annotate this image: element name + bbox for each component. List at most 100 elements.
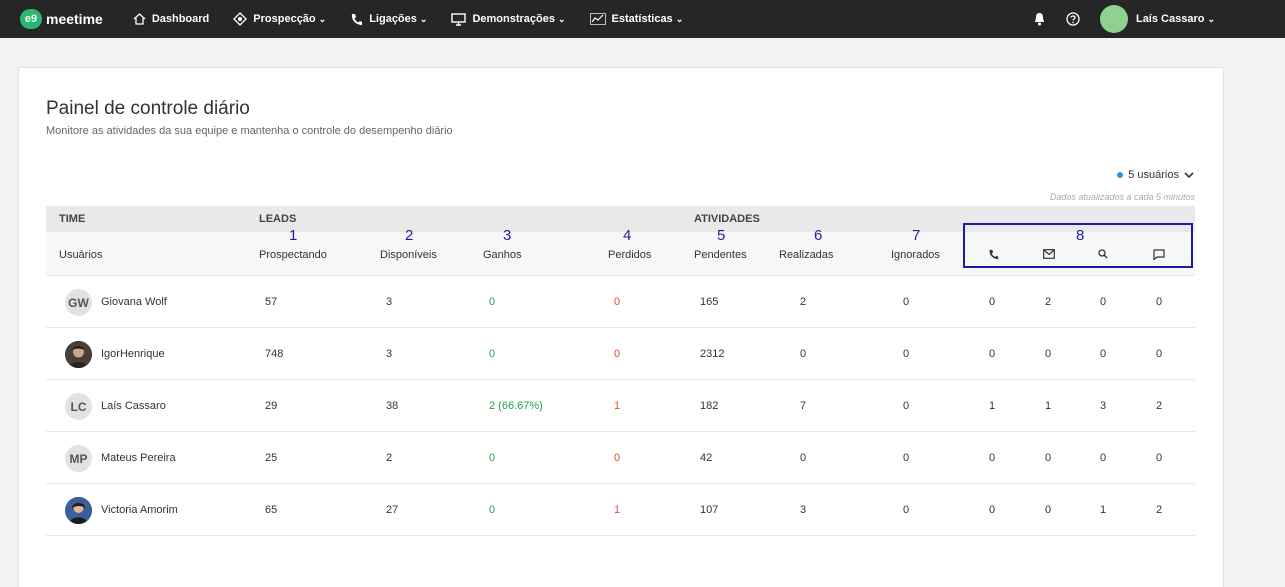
cell-perdidos: 0 (614, 296, 621, 308)
status-dot-icon (1117, 172, 1124, 178)
user-name[interactable]: Victoria Amorim (101, 504, 178, 516)
cell-prospectando: 748 (265, 348, 284, 360)
annotation-2: 2 (405, 227, 414, 244)
cell-ganhos: 2 (66.67%) (489, 400, 543, 412)
cell-searches: 3 (1100, 400, 1107, 412)
col-perdidos[interactable]: Perdidos (608, 249, 651, 261)
nav-prospeccao[interactable]: Prospecção ⌄ (233, 12, 326, 26)
cell-realizadas: 7 (800, 400, 807, 412)
nav-demonstracoes[interactable]: Demonstrações ⌄ (451, 12, 566, 26)
group-leads: LEADS (259, 213, 297, 225)
col-realizadas[interactable]: Realizadas (779, 249, 833, 261)
cell-ganhos: 0 (489, 504, 496, 516)
cell-searches: 0 (1100, 348, 1107, 360)
cell-calls: 0 (989, 504, 996, 516)
cell-searches: 0 (1100, 452, 1107, 464)
cell-ignorados: 0 (903, 504, 910, 516)
cell-pendentes: 107 (700, 504, 719, 516)
user-menu[interactable]: Laís Cassaro ⌄ (1136, 13, 1215, 25)
users-filter-dropdown[interactable]: 5 usuários (1117, 169, 1195, 181)
nav-estatisticas[interactable]: Estatísticas ⌄ (589, 13, 684, 25)
cell-messages: 2 (1156, 400, 1163, 412)
update-notice: Dados atualizados a cada 5 minutos (1049, 192, 1195, 202)
top-nav: e9 meetime Dashboard Prospecção ⌄ Ligaçõe… (0, 0, 1285, 38)
chevron-down-icon: ⌄ (675, 13, 684, 24)
user-menu-label: Laís Cassaro (1135, 13, 1205, 25)
cell-ignorados: 0 (903, 400, 910, 412)
cell-messages: 0 (1156, 452, 1163, 464)
cell-calls: 0 (989, 452, 996, 464)
avatar: MP (65, 445, 92, 472)
cell-prospectando: 57 (265, 296, 278, 308)
nav-dashboard-label: Dashboard (151, 13, 210, 25)
cell-prospectando: 65 (265, 504, 278, 516)
chevron-down-icon: ⌄ (1207, 13, 1215, 24)
chevron-down-icon: ⌄ (419, 13, 428, 24)
nav-demonstracoes-label: Demonstrações (472, 13, 555, 25)
annotation-8: 8 (1076, 227, 1085, 244)
cell-disponiveis: 3 (386, 296, 393, 308)
table-row[interactable]: IgorHenrique 748 3 0 0 2312 0 0 0 0 0 0 (46, 328, 1195, 380)
page-subtitle: Monitore as atividades da sua equipe e m… (46, 125, 453, 137)
cell-calls: 0 (989, 296, 996, 308)
cell-ignorados: 0 (903, 348, 910, 360)
cell-ganhos: 0 (489, 348, 496, 360)
logo[interactable]: e9 meetime (20, 9, 103, 29)
user-name[interactable]: IgorHenrique (101, 348, 165, 360)
chevron-down-icon (1184, 172, 1194, 179)
cell-pendentes: 182 (700, 400, 719, 412)
avatar-photo (65, 341, 92, 368)
cell-emails: 1 (1045, 400, 1052, 412)
cell-calls: 1 (989, 400, 996, 412)
col-ganhos[interactable]: Ganhos (483, 249, 522, 261)
user-name[interactable]: Mateus Pereira (101, 452, 176, 464)
cell-emails: 0 (1045, 452, 1052, 464)
annotation-4: 4 (623, 227, 632, 244)
bell-icon[interactable] (1033, 12, 1046, 26)
chevron-down-icon: ⌄ (557, 13, 566, 24)
cell-ignorados: 0 (903, 452, 910, 464)
annotation-7: 7 (912, 227, 921, 244)
user-avatar[interactable] (1099, 5, 1128, 33)
daily-dashboard-card: Painel de controle diário Monitore as at… (18, 67, 1224, 587)
cell-pendentes: 42 (700, 452, 713, 464)
avatar (65, 497, 92, 524)
col-prospectando[interactable]: Prospectando (259, 249, 327, 261)
home-icon (133, 13, 146, 25)
chevron-down-icon: ⌄ (318, 13, 327, 24)
group-atividades: ATIVIDADES (694, 213, 760, 225)
avatar-photo (65, 497, 92, 524)
user-name[interactable]: Giovana Wolf (101, 296, 167, 308)
nav-ligacoes-label: Ligações (369, 13, 417, 25)
cell-ganhos: 0 (489, 296, 496, 308)
group-time: TIME (59, 213, 86, 225)
col-ignorados[interactable]: Ignorados (891, 249, 940, 261)
nav-dashboard[interactable]: Dashboard (133, 13, 209, 25)
table-row[interactable]: Victoria Amorim 65 27 0 1 107 3 0 0 0 1 … (46, 484, 1195, 536)
cell-perdidos: 0 (614, 452, 621, 464)
cell-realizadas: 3 (800, 504, 807, 516)
nav-ligacoes[interactable]: Ligações ⌄ (350, 13, 427, 26)
table-row[interactable]: LC Laís Cassaro 29 38 2 (66.67%) 1 182 7… (46, 380, 1195, 432)
cell-pendentes: 2312 (700, 348, 725, 360)
user-name[interactable]: Laís Cassaro (101, 400, 166, 412)
chart-icon (589, 13, 606, 25)
cell-emails: 0 (1045, 504, 1052, 516)
cell-emails: 2 (1045, 296, 1052, 308)
annotation-6: 6 (814, 227, 823, 244)
col-disponiveis[interactable]: Disponíveis (380, 249, 437, 261)
table-row[interactable]: GW Giovana Wolf 57 3 0 0 165 2 0 0 2 0 0 (46, 276, 1195, 328)
cell-emails: 0 (1045, 348, 1052, 360)
help-icon[interactable] (1066, 12, 1080, 26)
col-usuarios[interactable]: Usuários (59, 249, 102, 261)
avatar: GW (65, 289, 92, 316)
cell-searches: 1 (1100, 504, 1107, 516)
target-icon (233, 12, 248, 26)
cell-perdidos: 0 (614, 348, 621, 360)
cell-calls: 0 (989, 348, 996, 360)
col-pendentes[interactable]: Pendentes (694, 249, 747, 261)
annotation-3: 3 (503, 227, 512, 244)
table-row[interactable]: MP Mateus Pereira 25 2 0 0 42 0 0 0 0 0 … (46, 432, 1195, 484)
cell-disponiveis: 27 (386, 504, 399, 516)
cell-realizadas: 0 (800, 348, 807, 360)
